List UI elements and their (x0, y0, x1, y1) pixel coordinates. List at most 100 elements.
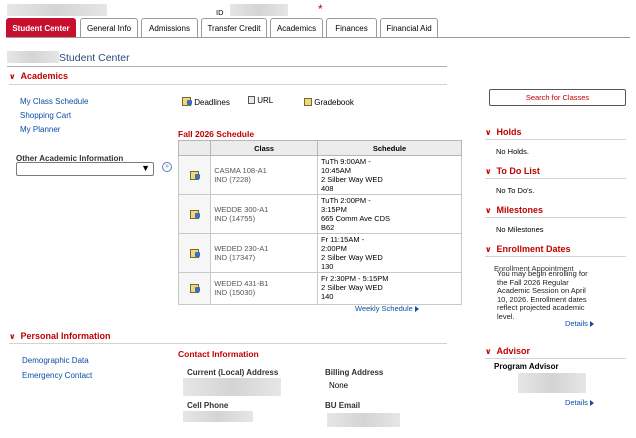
enrollment-details-link[interactable]: Details (565, 319, 594, 328)
required-mark: * (318, 2, 323, 16)
advisor-name-redacted (518, 373, 586, 393)
class-details-cell[interactable] (177, 155, 212, 195)
class-details-icon[interactable] (189, 170, 200, 180)
table-row: WEDED 230-A1 IND (17347) Fr 11:15AM -2:00… (177, 233, 463, 273)
class-details-icon[interactable] (189, 283, 200, 293)
schedule-title: Fall 2026 Schedule (178, 129, 255, 139)
tab-academics[interactable]: Academics (270, 18, 323, 38)
contact-info-title: Contact Information (178, 349, 259, 359)
my-class-schedule-link[interactable]: My Class Schedule (20, 97, 88, 106)
arrow-right-icon (414, 306, 419, 313)
class-details-icon[interactable] (189, 209, 200, 219)
gradebook-link[interactable]: Gradebook (304, 98, 354, 107)
id-value-redacted (230, 4, 288, 16)
schedule-header-row: Class Schedule (177, 140, 463, 156)
url-link[interactable]: URL (248, 96, 273, 105)
page-title: Student Center (59, 52, 130, 64)
enrollment-text: You may begin enrolling for the Fall 202… (497, 269, 588, 321)
go-arrow-icon[interactable]: » (162, 162, 172, 172)
other-academic-select[interactable]: ▼ (16, 162, 154, 176)
demographic-data-link[interactable]: Demographic Data (22, 356, 89, 365)
class-cell: WEDED 230-A1 IND (17347) (210, 233, 318, 273)
personal-divider (9, 343, 447, 344)
holds-divider (485, 139, 626, 140)
personal-info-heading: ∨ Personal Information (9, 331, 111, 341)
arrow-right-icon (589, 321, 594, 328)
tab-financial-aid[interactable]: Financial Aid (380, 18, 438, 38)
advisor-details-link[interactable]: Details (565, 398, 594, 407)
schedule-line: 665 Comm Ave CDS (320, 214, 391, 223)
shopping-cart-link[interactable]: Shopping Cart (20, 111, 71, 120)
course-code: CASMA 108-A1 (214, 166, 267, 175)
bu-email-label: BU Email (325, 401, 361, 410)
schedule-line: B62 (320, 223, 335, 232)
schedule-line: 408 (320, 184, 334, 193)
class-details-icon[interactable] (189, 248, 200, 258)
enrollment-divider (485, 256, 626, 257)
deadlines-icon (182, 96, 192, 106)
chevron-down-icon: ▼ (141, 163, 150, 173)
collapse-chevron-icon[interactable]: ∨ (485, 167, 492, 176)
schedule-line: 2 Silber Way WED (320, 253, 383, 262)
collapse-chevron-icon[interactable]: ∨ (485, 206, 492, 215)
search-for-classes-button[interactable]: Search for Classes (489, 89, 626, 106)
table-row: WEDDE 300-A1 IND (14755) TuTh 2:00PM -3:1… (177, 194, 463, 234)
tab-finances[interactable]: Finances (326, 18, 377, 38)
schedule-cell: Fr 11:15AM -2:00PM 2 Silber Way WED 130 (316, 233, 463, 273)
schedule-line: 2 Silber Way WED (320, 175, 383, 184)
schedule-line: 140 (320, 292, 334, 301)
student-name-redacted (7, 51, 59, 63)
bu-email-redacted (327, 413, 400, 427)
collapse-chevron-icon[interactable]: ∨ (485, 347, 492, 356)
class-details-cell[interactable] (177, 194, 212, 234)
tab-underline (6, 37, 630, 38)
todo-heading: ∨ To Do List (485, 166, 540, 176)
schedule-line: 3:15PM (320, 205, 347, 214)
course-section: IND (15030) (214, 288, 256, 297)
course-code: WEDDE 300-A1 (214, 205, 269, 214)
academics-heading: ∨ Academics (9, 71, 69, 81)
collapse-chevron-icon[interactable]: ∨ (485, 245, 492, 254)
schedule-cell: TuTh 9:00AM -10:45AM 2 Silber Way WED 408 (316, 155, 463, 195)
emergency-contact-link[interactable]: Emergency Contact (22, 371, 92, 380)
todo-divider (485, 178, 626, 179)
advisor-heading: ∨ Advisor (485, 346, 531, 356)
class-cell: CASMA 108-A1 IND (7228) (210, 155, 318, 195)
billing-address-label: Billing Address (325, 368, 384, 377)
course-code: WEDED 431-B1 (214, 279, 269, 288)
advisor-divider (485, 358, 626, 359)
schedule-line: TuTh 9:00AM - (320, 157, 371, 166)
collapse-chevron-icon[interactable]: ∨ (9, 72, 16, 81)
schedule-line: Fr 2:30PM - 5:15PM (320, 274, 389, 283)
cell-phone-redacted (183, 411, 253, 422)
icon-column-header (177, 140, 212, 156)
schedule-cell: TuTh 2:00PM -3:15PM 665 Comm Ave CDS B62 (316, 194, 463, 234)
id-label: ID (216, 8, 224, 17)
class-cell: WEDED 431-B1 IND (15030) (210, 272, 318, 305)
weekly-schedule-link[interactable]: Weekly Schedule (355, 304, 419, 313)
tab-transfer-credit[interactable]: Transfer Credit (201, 18, 267, 38)
enrollment-heading: ∨ Enrollment Dates (485, 244, 571, 254)
class-details-cell[interactable] (177, 233, 212, 273)
holds-text: No Holds. (496, 147, 529, 156)
deadlines-link[interactable]: Deadlines (182, 96, 230, 107)
collapse-chevron-icon[interactable]: ∨ (9, 332, 16, 341)
tab-general-info[interactable]: General Info (80, 18, 138, 38)
schedule-line: Fr 11:15AM - (320, 235, 365, 244)
collapse-chevron-icon[interactable]: ∨ (485, 128, 492, 137)
program-advisor-label: Program Advisor (494, 362, 559, 371)
milestones-divider (485, 217, 626, 218)
milestones-heading: ∨ Milestones (485, 205, 544, 215)
my-planner-link[interactable]: My Planner (20, 125, 60, 134)
class-cell: WEDDE 300-A1 IND (14755) (210, 194, 318, 234)
class-details-cell[interactable] (177, 272, 212, 305)
course-section: IND (14755) (214, 214, 256, 223)
tab-student-center[interactable]: Student Center (6, 18, 76, 38)
schedule-table: Class Schedule CASMA 108-A1 IND (7228) Tu… (177, 140, 463, 305)
title-divider (7, 66, 447, 67)
schedule-line: 10:45AM (320, 166, 351, 175)
tab-admissions[interactable]: Admissions (141, 18, 198, 38)
table-row: CASMA 108-A1 IND (7228) TuTh 9:00AM -10:4… (177, 155, 463, 195)
milestones-text: No Milestones (496, 225, 544, 234)
course-code: WEDED 230-A1 (214, 244, 269, 253)
